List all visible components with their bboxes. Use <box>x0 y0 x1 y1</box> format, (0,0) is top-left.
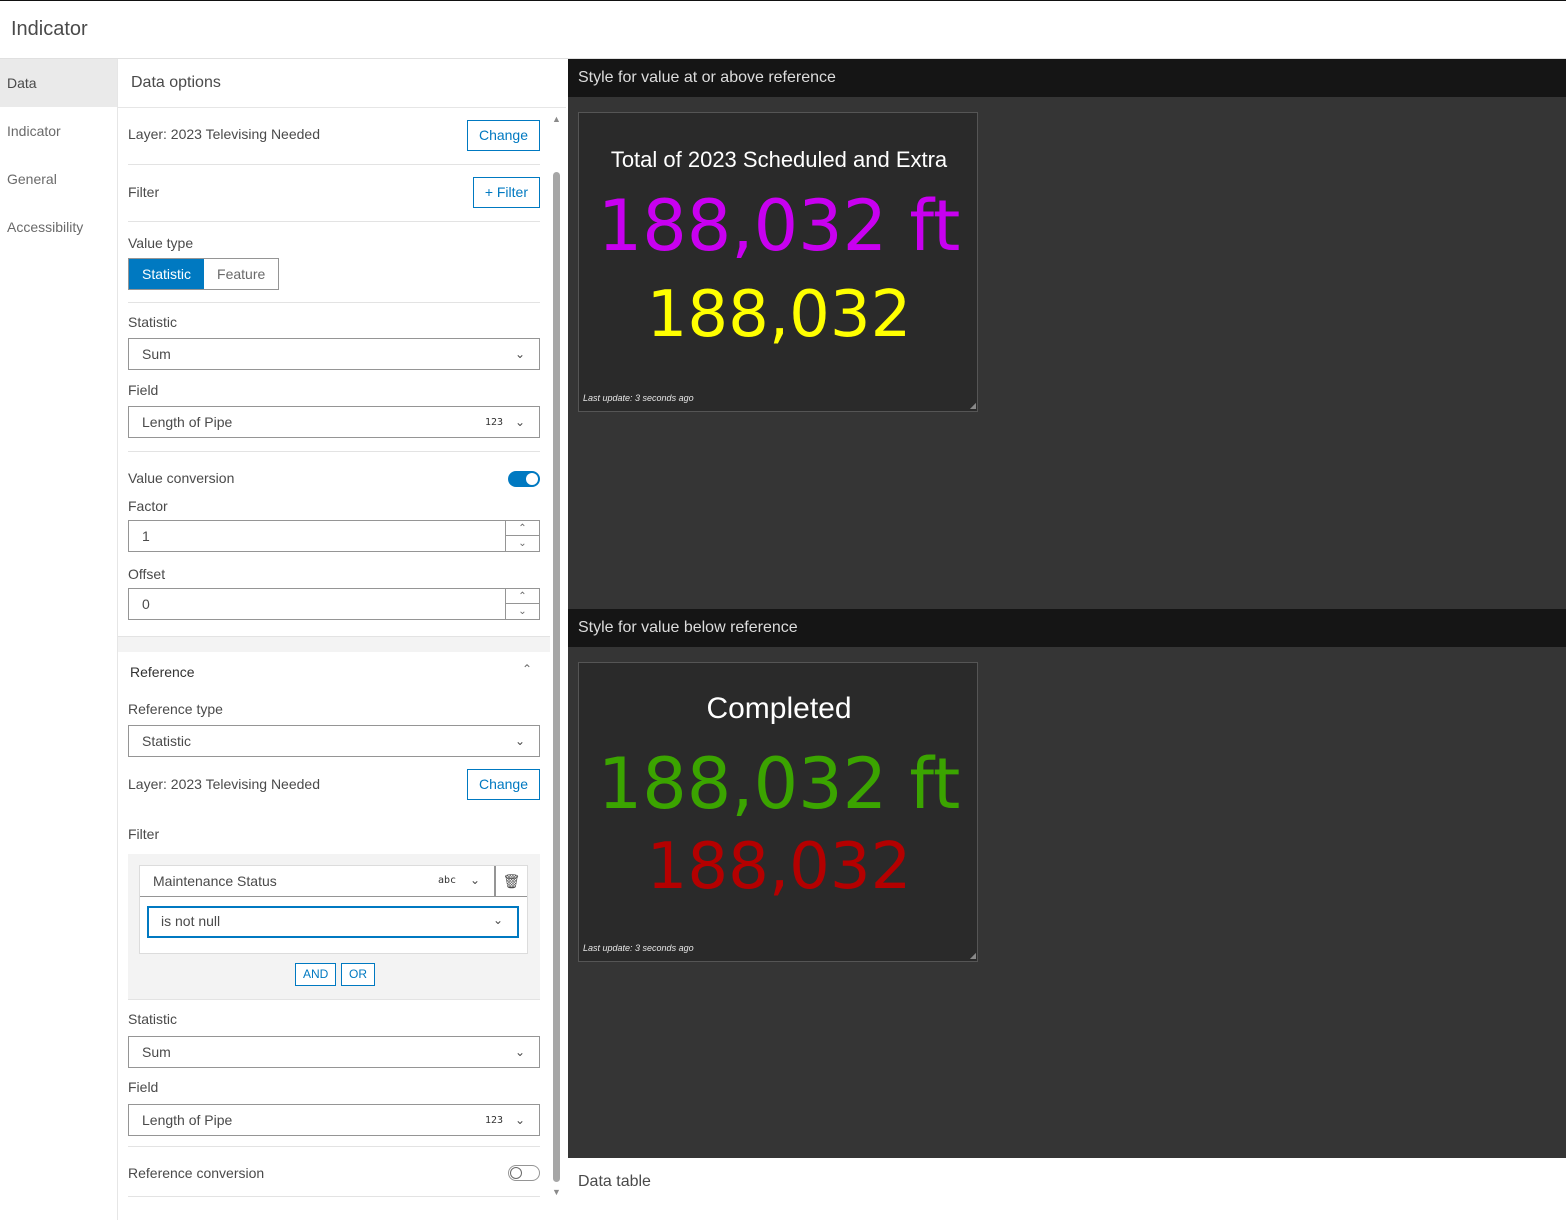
data-table-toggle[interactable]: Data table <box>568 1158 1566 1220</box>
trash-icon[interactable]: 🗑 <box>495 866 527 897</box>
card-title: Completed <box>706 692 852 725</box>
last-update-label: Last update: 3 seconds ago <box>583 943 694 953</box>
above-reference-header: Style for value at or above reference <box>568 59 1566 97</box>
filter-label: Filter <box>128 184 160 200</box>
field-select[interactable]: Length of Pipe 123 ⌄ <box>128 406 540 438</box>
layer-label: Layer: 2023 Televising Needed <box>128 126 320 142</box>
chevron-down-icon: ⌄ <box>514 1113 525 1127</box>
offset-input[interactable]: 0 ⌃ ⌄ <box>128 588 540 620</box>
card-value: 188,032 ft <box>597 743 961 825</box>
reference-statistic-value: Sum <box>142 1044 171 1060</box>
reference-type-select[interactable]: Statistic ⌄ <box>128 725 540 757</box>
app-header: Indicator <box>0 0 1566 59</box>
value-type-label: Value type <box>128 235 194 251</box>
nav-item-data[interactable]: Data <box>0 59 117 107</box>
statistic-select[interactable]: Sum ⌄ <box>128 338 540 370</box>
factor-input[interactable]: 1 ⌃ ⌄ <box>128 520 540 552</box>
section-divider <box>118 636 550 652</box>
card-title: Total of 2023 Scheduled and Extra <box>610 147 948 172</box>
factor-stepper: ⌃ ⌄ <box>505 521 539 551</box>
reference-field-label: Field <box>128 1079 159 1095</box>
reference-filter-box: Maintenance Status abc ⌄ 🗑 is not null ⌄… <box>128 854 540 999</box>
chevron-down-icon: ⌄ <box>514 734 525 748</box>
offset-stepper: ⌃ ⌄ <box>505 589 539 619</box>
last-update-label: Last update: 3 seconds ago <box>583 393 694 403</box>
filter-operator-value: is not null <box>161 913 221 929</box>
reference-filter-label: Filter <box>128 826 160 842</box>
data-options-panel: Data options Layer: 2023 Televising Need… <box>118 59 566 1220</box>
filter-field-value: Maintenance Status <box>153 873 277 889</box>
card-reference-value: 188,032 <box>646 278 912 352</box>
filter-operator-select[interactable]: is not null ⌄ <box>147 906 519 938</box>
number-type-icon: 123 <box>484 1115 503 1126</box>
scroll-up-icon[interactable]: ▲ <box>552 114 561 124</box>
scrollbar-thumb[interactable] <box>553 172 560 1182</box>
string-type-icon: abc <box>437 875 456 886</box>
field-select-value: Length of Pipe <box>142 414 233 430</box>
value-conversion-row: Value conversion Factor 1 ⌃ ⌄ Offset 0 ⌃… <box>128 452 540 637</box>
card-value: 188,032 ft <box>597 185 961 267</box>
number-type-icon: 123 <box>484 417 503 428</box>
indicator-card-below: Completed 188,032 ft 188,032 Last update… <box>578 662 978 962</box>
reference-layer-label: Layer: 2023 Televising Needed <box>128 776 320 792</box>
add-filter-button[interactable]: + Filter <box>472 177 540 208</box>
field-label: Field <box>128 382 159 398</box>
reference-change-layer-button[interactable]: Change <box>466 769 540 800</box>
nav-item-accessibility[interactable]: Accessibility <box>0 203 117 251</box>
reference-statistic-label: Statistic <box>128 1011 178 1027</box>
scroll-down-icon[interactable]: ▼ <box>552 1187 561 1197</box>
offset-value: 0 <box>142 596 150 612</box>
resize-handle-icon[interactable]: ◢ <box>970 951 976 960</box>
increment-icon[interactable]: ⌃ <box>506 521 539 536</box>
reference-statistic-field-row: Statistic Sum ⌄ Field Length of Pipe 123… <box>128 999 540 1147</box>
reference-conversion-label: Reference conversion <box>128 1165 265 1181</box>
increment-icon[interactable]: ⌃ <box>506 589 539 604</box>
nav-item-general[interactable]: General <box>0 155 117 203</box>
value-conversion-switch[interactable] <box>508 471 540 487</box>
decrement-icon[interactable]: ⌄ <box>506 604 539 619</box>
value-type-statistic[interactable]: Statistic <box>129 259 205 289</box>
offset-label: Offset <box>128 566 166 582</box>
decrement-icon[interactable]: ⌄ <box>506 536 539 551</box>
nav-item-indicator[interactable]: Indicator <box>0 107 117 155</box>
reference-statistic-select[interactable]: Sum ⌄ <box>128 1036 540 1068</box>
preview-area: Style for value at or above reference To… <box>568 59 1566 1220</box>
value-type-feature[interactable]: Feature <box>204 259 278 289</box>
reference-conversion-switch[interactable] <box>508 1165 540 1181</box>
chevron-down-icon: ⌄ <box>514 415 525 429</box>
chevron-down-icon: ⌄ <box>514 347 525 361</box>
chevron-down-icon: ⌄ <box>514 1045 525 1059</box>
chevron-down-icon: ⌄ <box>469 873 480 887</box>
chevron-down-icon: ⌄ <box>492 913 503 927</box>
and-button[interactable]: AND <box>295 963 337 986</box>
reference-type-label: Reference type <box>128 701 223 717</box>
statistic-select-value: Sum <box>142 346 171 362</box>
layer-row: Layer: 2023 Televising Needed Change <box>128 108 540 165</box>
reference-type-value: Statistic <box>142 733 192 749</box>
resize-handle-icon[interactable]: ◢ <box>970 401 976 410</box>
chevron-up-icon[interactable]: ⌃ <box>522 662 532 676</box>
or-button[interactable]: OR <box>341 963 375 986</box>
reference-field-select[interactable]: Length of Pipe 123 ⌄ <box>128 1104 540 1136</box>
filter-expression: Maintenance Status abc ⌄ 🗑 is not null ⌄ <box>139 865 528 954</box>
reference-conversion-row: Reference conversion <box>128 1147 540 1197</box>
reference-header[interactable]: Reference <box>130 664 195 680</box>
below-reference-header: Style for value below reference <box>568 609 1566 647</box>
indicator-card-above: Total of 2023 Scheduled and Extra 188,03… <box>578 112 978 412</box>
factor-label: Factor <box>128 498 168 514</box>
value-conversion-label: Value conversion <box>128 470 235 486</box>
card-reference-value: 188,032 <box>646 830 912 904</box>
change-layer-button[interactable]: Change <box>466 120 540 151</box>
left-nav: Data Indicator General Accessibility <box>0 59 118 1220</box>
value-type-toggle: Statistic Feature <box>128 258 280 290</box>
app-title: Indicator <box>11 18 88 40</box>
reference-field-value: Length of Pipe <box>142 1112 233 1128</box>
value-type-row: Value type Statistic Feature <box>128 222 540 303</box>
panel-title: Data options <box>118 59 566 108</box>
filter-field-select[interactable]: Maintenance Status abc ⌄ <box>140 866 495 897</box>
filter-row: Filter + Filter <box>128 165 540 222</box>
statistic-label: Statistic <box>128 314 178 330</box>
statistic-field-row: Statistic Sum ⌄ Field Length of Pipe 123… <box>128 303 540 452</box>
factor-value: 1 <box>142 528 150 544</box>
